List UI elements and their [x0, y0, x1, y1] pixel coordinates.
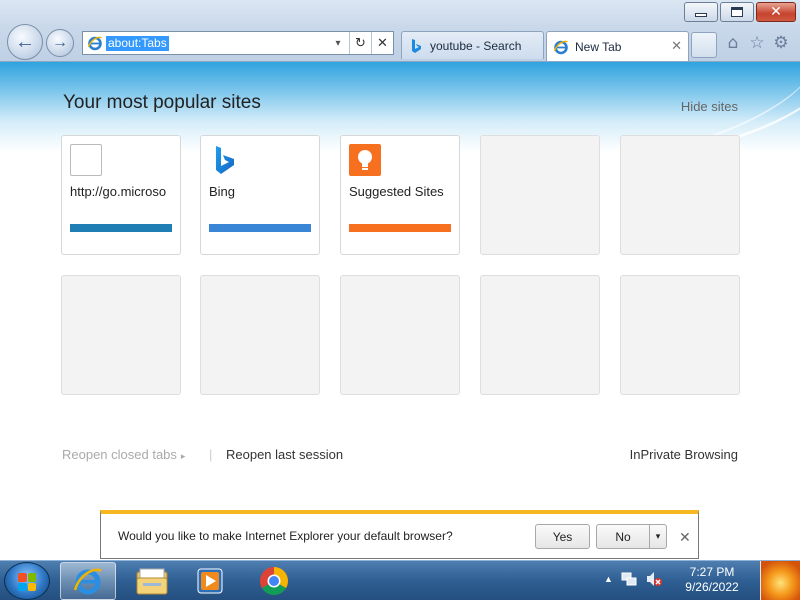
- no-split-button[interactable]: No ▾: [596, 524, 667, 549]
- notification-message: Would you like to make Internet Explorer…: [118, 529, 453, 543]
- yes-button[interactable]: Yes: [535, 524, 590, 549]
- close-icon: ✕: [770, 4, 782, 20]
- ie-icon: [87, 36, 102, 51]
- chrome-icon: [260, 567, 288, 595]
- back-arrow-icon: ←: [15, 30, 35, 53]
- site-tile-go-microsoft[interactable]: http://go.microso: [61, 135, 181, 255]
- lightbulb-icon: [349, 144, 381, 176]
- back-button[interactable]: ←: [7, 24, 43, 60]
- tile-label: Suggested Sites: [349, 184, 444, 199]
- tile-label: Bing: [209, 184, 236, 199]
- clock-date: 9/26/2022: [685, 580, 739, 594]
- tile-color-bar: [70, 224, 172, 232]
- blank-page-icon: [70, 144, 102, 176]
- forward-arrow-icon: →: [52, 34, 68, 51]
- new-tab-button[interactable]: [691, 32, 717, 58]
- reopen-closed-tabs-label: Reopen closed tabs: [62, 447, 177, 462]
- hide-sites-link[interactable]: Hide sites: [681, 99, 738, 114]
- forward-button[interactable]: →: [46, 29, 74, 57]
- refresh-icon[interactable]: ↻: [349, 32, 371, 54]
- site-tile-bing[interactable]: Bing: [200, 135, 320, 255]
- system-tray: ▲: [604, 571, 663, 587]
- no-button[interactable]: No: [597, 530, 649, 544]
- tile-color-bar: [209, 224, 311, 232]
- empty-site-tile[interactable]: [620, 135, 740, 255]
- media-player-icon: [197, 568, 223, 594]
- close-tab-icon[interactable]: ✕: [671, 38, 682, 54]
- start-button[interactable]: [4, 562, 50, 600]
- expand-arrow-icon: ▸: [180, 451, 186, 461]
- reopen-last-session-link[interactable]: Reopen last session: [226, 447, 343, 462]
- chevron-down-icon[interactable]: ▾: [649, 525, 666, 548]
- site-tile-suggested-sites[interactable]: Suggested Sites: [340, 135, 460, 255]
- page-title: Your most popular sites: [63, 92, 261, 113]
- empty-site-tile[interactable]: [480, 135, 600, 255]
- gear-icon[interactable]: ⚙: [772, 33, 790, 53]
- tab-label: New Tab: [575, 39, 622, 54]
- reopen-closed-tabs-link[interactable]: Reopen closed tabs ▸: [62, 447, 185, 462]
- tab-label: youtube - Search: [430, 38, 522, 53]
- close-notification-icon[interactable]: ✕: [679, 529, 691, 546]
- link-separator: |: [209, 447, 213, 462]
- show-desktop-button[interactable]: [760, 561, 800, 600]
- show-hidden-icons-icon[interactable]: ▲: [604, 574, 613, 587]
- windows-logo-icon: [18, 573, 36, 591]
- taskbar-google-chrome[interactable]: [246, 562, 302, 600]
- stop-icon[interactable]: ✕: [371, 32, 393, 54]
- taskbar-media-player[interactable]: [182, 562, 238, 600]
- folder-icon: [136, 568, 168, 595]
- bing-logo-icon: [216, 146, 234, 174]
- tab-youtube-search[interactable]: youtube - Search: [401, 31, 544, 59]
- taskbar-internet-explorer[interactable]: [60, 562, 116, 600]
- taskbar-windows-explorer[interactable]: [124, 562, 180, 600]
- minimize-icon: [695, 13, 707, 17]
- clock-time: 7:27 PM: [689, 565, 735, 579]
- inprivate-browsing-link[interactable]: InPrivate Browsing: [630, 447, 738, 462]
- address-bar[interactable]: about:Tabs ▾ ↻ ✕: [82, 31, 394, 55]
- system-clock[interactable]: 7:27 PM 9/26/2022: [680, 565, 744, 595]
- url-text[interactable]: about:Tabs: [106, 35, 169, 51]
- empty-site-tile[interactable]: [61, 275, 181, 395]
- minimize-button[interactable]: [684, 2, 718, 22]
- empty-site-tile[interactable]: [200, 275, 320, 395]
- ie-icon: [553, 40, 568, 54]
- window-controls: ✕: [684, 2, 796, 22]
- close-window-button[interactable]: ✕: [756, 2, 796, 22]
- browser-titlebar: ✕ ← → about:Tabs ▾ ↻ ✕ youtube - Search …: [0, 0, 800, 62]
- empty-site-tile[interactable]: [480, 275, 600, 395]
- taskbar: ▲ 7:27 PM 9/26/2022: [0, 560, 800, 600]
- maximize-button[interactable]: [720, 2, 754, 22]
- favorites-star-icon[interactable]: ☆: [748, 33, 766, 53]
- address-dropdown-icon[interactable]: ▾: [327, 32, 349, 54]
- command-icons: ⌂ ☆ ⚙: [724, 33, 790, 53]
- empty-site-tile[interactable]: [340, 275, 460, 395]
- ie-icon: [73, 568, 102, 595]
- network-icon[interactable]: [621, 571, 637, 587]
- volume-muted-icon[interactable]: [645, 571, 663, 587]
- bing-icon: [412, 38, 421, 53]
- default-browser-notification: Would you like to make Internet Explorer…: [100, 510, 699, 559]
- empty-site-tile[interactable]: [620, 275, 740, 395]
- tile-label: http://go.microso: [70, 184, 167, 199]
- new-tab-page: Your most popular sites Hide sites http:…: [0, 62, 800, 560]
- tile-color-bar: [349, 224, 451, 232]
- restore-icon: [731, 7, 743, 17]
- home-icon[interactable]: ⌂: [724, 33, 742, 53]
- tab-new-tab[interactable]: New Tab ✕: [546, 31, 689, 61]
